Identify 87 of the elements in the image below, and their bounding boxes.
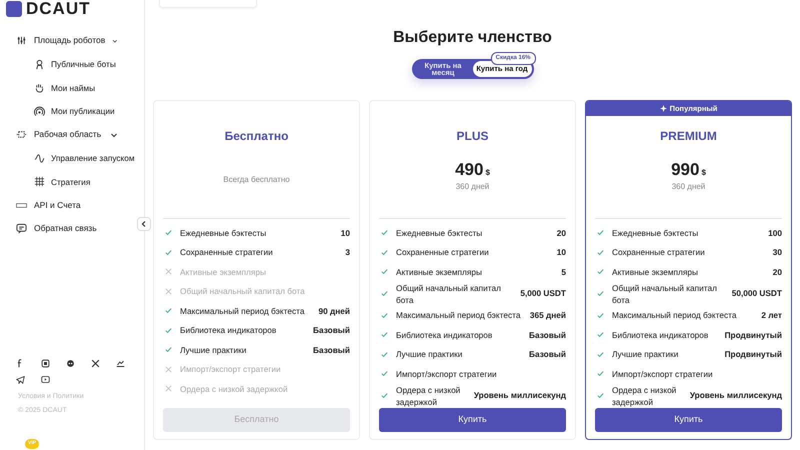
chart-icon[interactable] [116,359,125,368]
feature-label: Сохраненные стратегии [396,246,489,258]
feature-label: Ордера с низкой задержкой [612,384,678,408]
sidebar-subitem[interactable]: Мои публикации [0,100,144,123]
square-logo-icon[interactable] [41,359,50,368]
x-logo-icon[interactable] [91,359,100,368]
feature-value: Базовый [529,328,566,341]
plan-price: 990$ [670,161,707,178]
feature-value: Продвинутый [724,348,782,360]
logo-text: DCAUT [26,1,90,17]
feature-value: 5 [561,266,566,278]
feature-label: Ежедневные бэктесты [612,226,698,239]
chat-icon [16,223,27,234]
hand-icon [34,82,45,94]
sidebar-subitem[interactable]: Мои наймы [0,76,144,100]
feature-label: Максимальный период бэктеста [612,309,736,322]
feature-value: 100 [768,226,782,239]
feature-value: 30 [772,246,782,258]
workspace-icon [16,129,27,140]
feature-label: Библиотека индикаторов [612,328,708,341]
feature-value: 90 дней [318,304,350,317]
feature-label: Лучшие практики [396,348,462,360]
plan-period: 360 дней [670,181,706,193]
feature-value: Уровень миллисекунд [474,389,566,402]
feature-value: 20 [772,266,782,278]
paper-plane-icon[interactable] [16,375,25,384]
feature-label: Общий начальный капитал бота [612,282,718,306]
sparkle-icon [660,104,667,112]
wave-icon [34,152,45,164]
sidebar-item[interactable]: Рабочая область [0,123,134,146]
feature-value: Уровень миллисекунд [690,389,782,402]
feature-value: 5,000 USDT [520,287,566,300]
plan-name: PLUS [455,128,490,145]
sidebar-item[interactable]: API и Счета [0,194,134,217]
feature-label: Импорт/экспорт стратегии [180,363,281,376]
feature-value: Базовый [313,324,350,336]
logo-icon [6,1,22,17]
game-controller-icon[interactable] [66,359,75,368]
feature-label: Сохраненные стратегии [612,246,705,258]
page-title: Выберите членство [392,28,553,48]
feature-value: Базовый [529,348,566,360]
sidebar-item[interactable]: Площадь роботов [0,29,134,52]
play-icon[interactable] [41,375,50,384]
feature-label: Лучшие практики [612,348,678,360]
broadcast-icon [34,106,45,117]
sidebar-subitem[interactable]: Публичные боты [0,52,144,76]
feature-label: Сохраненные стратегии [180,246,273,258]
feature-label: Активные экземпляры [396,266,482,278]
plan-name: Бесплатно [224,128,290,145]
plan-period: 360 дней [454,181,490,193]
chevron-left-icon [140,220,148,228]
feature-label: Ежедневные бэктесты [396,226,482,239]
plan-button[interactable]: Купить [379,408,566,432]
plan-description: Всегда бесплатно [222,174,291,186]
sidebar-subitem[interactable]: Стратегия [0,170,144,194]
feature-label: Общий начальный капитал бота [180,285,305,298]
robots-icon [16,35,27,46]
feature-value: 2 лет [761,309,782,322]
feature-label: Ордера с низкой задержкой [180,382,288,395]
feature-label: Максимальный период бэктеста [180,304,304,317]
feature-label: Максимальный период бэктеста [396,309,520,322]
feature-value: Продвинутый [724,328,782,341]
feature-value: 365 дней [530,309,566,322]
feature-label: Импорт/экспорт стратегии [396,368,497,380]
plan-price: 490$ [454,161,491,178]
feature-label: Ежедневные бэктесты [180,226,266,239]
feature-label: Общий начальный капитал бота [396,282,502,306]
feature-value: 20 [556,226,566,239]
feature-label: Лучшие практики [180,344,246,356]
grid-icon [34,176,45,188]
feature-label: Ордера с низкой задержкой [396,384,462,408]
feature-value: 10 [556,246,566,258]
feature-value: 50,000 USDT [732,287,782,300]
sidebar-item[interactable]: Обратная связь [0,217,134,240]
feature-value: 10 [340,226,350,239]
collapse-button[interactable] [137,217,151,231]
feature-label: Импорт/экспорт стратегии [612,368,713,380]
feature-label: Активные экземпляры [180,266,266,278]
feature-value: 3 [345,246,350,258]
feature-value: Базовый [313,344,350,356]
feature-label: Библиотека индикаторов [396,328,492,341]
feature-label: Активные экземпляры [612,266,698,278]
sidebar-subitem[interactable]: Управление запуском [0,146,144,170]
robot-icon [34,58,45,70]
feature-label: Библиотека индикаторов [180,324,276,336]
plan-button[interactable]: Купить [595,408,782,432]
plan-name: PREMIUM [659,128,718,145]
